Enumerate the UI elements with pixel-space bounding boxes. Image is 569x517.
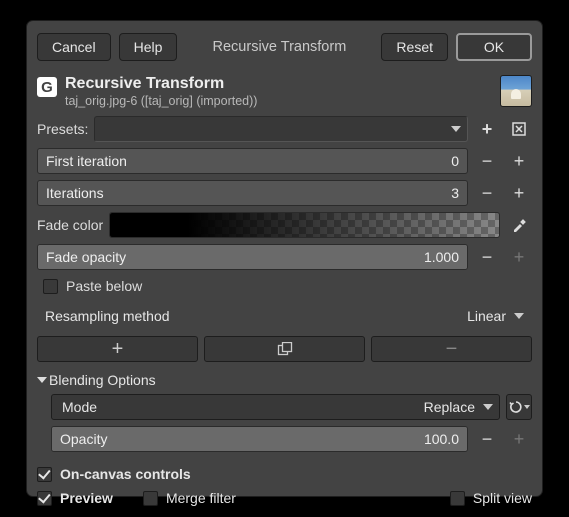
minus-icon: − [482,247,493,268]
opacity-label: Opacity [60,431,107,447]
iterations-minus[interactable]: − [474,180,500,206]
first-iteration-label: First iteration [46,153,127,169]
fade-opacity-value: 1.000 [424,249,459,265]
iterations-label: Iterations [46,185,104,201]
merge-filter-checkbox[interactable] [143,491,158,506]
chevron-down-icon [451,126,461,132]
dialog-button-row: Cancel Help Recursive Transform Reset OK [27,21,542,71]
mode-row: Mode Replace [51,394,532,420]
filter-header: G Recursive Transform taj_orig.jpg-6 ([t… [27,71,542,116]
preview-row: Preview Merge filter Split view [37,490,532,506]
opacity-value: 100.0 [424,431,459,447]
mode-value: Replace [424,399,475,415]
footer-options: On-canvas controls Preview Merge filter … [37,466,532,506]
opacity-slider[interactable]: Opacity 100.0 [51,426,468,452]
first-iteration-row: First iteration 0 − + [37,148,532,174]
mode-reset-button[interactable] [506,394,532,420]
merge-filter-label: Merge filter [166,490,236,506]
mode-label: Mode [62,399,97,415]
manage-preset-button[interactable] [506,116,532,142]
preview-label: Preview [60,490,113,506]
paste-below-row: Paste below [37,276,532,296]
chevron-down-icon [524,405,530,409]
reset-button[interactable]: Reset [381,33,448,61]
cancel-button[interactable]: Cancel [37,33,111,61]
plus-icon: + [112,338,124,361]
dialog-body: Presets: + First iteration 0 − + [27,116,542,506]
opacity-row: Opacity 100.0 − + [51,426,532,452]
presets-row: Presets: + [37,116,532,142]
iterations-row: Iterations 3 − + [37,180,532,206]
preview-thumbnail [500,75,532,107]
filter-name: Recursive Transform [65,75,492,93]
fade-opacity-row: Fade opacity 1.000 − + [37,244,532,270]
reset-mode-icon [509,400,523,414]
minus-icon: − [482,429,493,450]
split-view-checkbox[interactable] [450,491,465,506]
plus-icon: + [514,183,525,204]
on-canvas-checkbox[interactable] [37,467,52,482]
fade-color-reset-button[interactable] [506,212,532,238]
mode-combo[interactable]: Mode Replace [51,394,500,420]
help-button[interactable]: Help [119,33,178,61]
blending-options-header[interactable]: Blending Options [37,368,532,388]
on-canvas-row: On-canvas controls [37,466,532,482]
opacity-plus: + [506,426,532,452]
iterations-plus[interactable]: + [506,180,532,206]
presets-label: Presets: [37,121,88,137]
minus-icon: − [482,183,493,204]
first-iteration-slider[interactable]: First iteration 0 [37,148,468,174]
preview-checkbox[interactable] [37,491,52,506]
paste-below-label: Paste below [66,278,142,294]
duplicate-transform-button[interactable] [204,336,365,362]
first-iteration-plus[interactable]: + [506,148,532,174]
opacity-minus[interactable]: − [474,426,500,452]
fade-opacity-slider[interactable]: Fade opacity 1.000 [37,244,468,270]
expander-down-icon [37,377,47,383]
on-canvas-label: On-canvas controls [60,466,191,482]
manage-preset-icon [511,121,527,137]
iterations-value: 3 [451,185,459,201]
eyedropper-icon [511,217,527,233]
duplicate-icon [277,342,293,356]
fade-opacity-minus[interactable]: − [474,244,500,270]
filter-subtitle: taj_orig.jpg-6 ([taj_orig] (imported)) [65,94,492,108]
paste-below-checkbox[interactable] [43,279,58,294]
fade-color-label: Fade color [37,217,103,233]
plus-icon: + [514,429,525,450]
fade-color-row: Fade color [37,212,532,238]
minus-icon: − [446,338,458,361]
blending-options-body: Mode Replace Opacity [37,394,532,452]
gegl-icon: G [37,77,57,97]
first-iteration-minus[interactable]: − [474,148,500,174]
ok-button[interactable]: OK [456,33,532,61]
remove-transform-button[interactable]: − [371,336,532,362]
transform-list-controls: + − [37,336,532,362]
add-preset-button[interactable]: + [474,116,500,142]
presets-combo[interactable] [94,116,468,142]
plus-icon: + [482,119,493,140]
chevron-down-icon [483,404,493,410]
split-view-label: Split view [473,490,532,506]
first-iteration-value: 0 [451,153,459,169]
iterations-slider[interactable]: Iterations 3 [37,180,468,206]
dialog-title-label: Recursive Transform [185,33,373,61]
resampling-value: Linear [467,308,506,324]
dialog-panel: Cancel Help Recursive Transform Reset OK… [26,20,543,497]
resampling-label: Resampling method [45,308,170,324]
resampling-combo[interactable]: Resampling method Linear [37,302,532,330]
minus-icon: − [482,151,493,172]
add-transform-button[interactable]: + [37,336,198,362]
plus-icon: + [514,151,525,172]
chevron-down-icon [514,313,524,319]
plus-icon: + [514,247,525,268]
fade-color-well[interactable] [109,212,500,238]
fade-opacity-plus: + [506,244,532,270]
filter-titles: Recursive Transform taj_orig.jpg-6 ([taj… [65,75,492,108]
blending-options-label: Blending Options [49,372,156,388]
fade-opacity-label: Fade opacity [46,249,126,265]
